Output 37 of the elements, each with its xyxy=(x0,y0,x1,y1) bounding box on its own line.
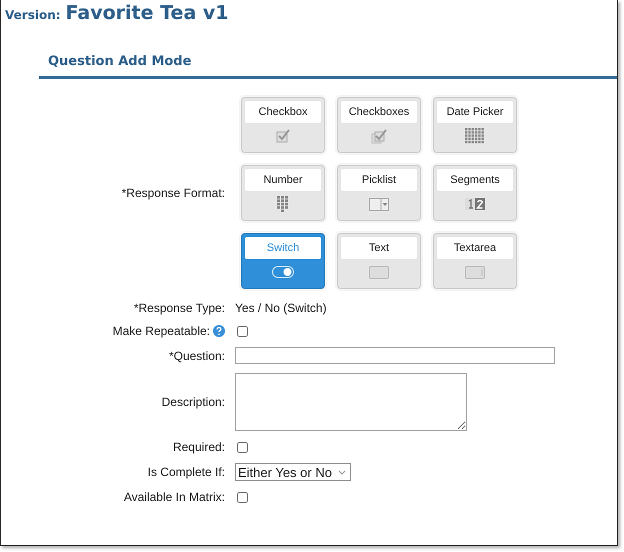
checkboxes-icon xyxy=(371,128,387,144)
field-label: Make Repeatable: xyxy=(112,324,210,338)
checkbox[interactable] xyxy=(237,326,248,336)
help-icon[interactable] xyxy=(213,325,225,337)
caret-icon xyxy=(338,470,346,474)
format-tile[interactable]: Date Picker xyxy=(433,97,517,153)
response-type-value: Yes / No (Switch) xyxy=(235,301,327,315)
textarea-icon xyxy=(465,266,485,278)
segments-icon xyxy=(465,198,485,210)
format-tile[interactable]: Picklist xyxy=(337,165,421,221)
keypad-icon xyxy=(277,196,289,212)
question-field[interactable] xyxy=(235,347,555,364)
field-label: Required: xyxy=(172,440,225,454)
completion-dropdown[interactable]: Either Yes or No xyxy=(235,463,351,481)
field-label: Is Complete If: xyxy=(148,465,225,479)
calendar-icon xyxy=(465,128,485,144)
version-title: Favorite Tea v1 xyxy=(66,2,228,24)
checkbox-icon xyxy=(276,129,290,143)
field-label: Available In Matrix: xyxy=(124,490,225,504)
section-title: Question Add Mode xyxy=(48,54,192,69)
format-tile[interactable]: Textarea xyxy=(433,233,517,289)
format-tile[interactable]: Text xyxy=(337,233,421,289)
field-label: *Question: xyxy=(168,348,225,362)
description-field[interactable] xyxy=(235,373,467,431)
toggle-icon xyxy=(272,266,294,278)
field-label: *Response Type: xyxy=(134,301,225,315)
version-label: Version: xyxy=(5,8,61,22)
field-label: Description: xyxy=(162,395,225,409)
dropdown-icon xyxy=(369,198,389,210)
checkbox[interactable] xyxy=(237,442,248,452)
checkbox[interactable] xyxy=(237,492,248,502)
field-label: *Response Format: xyxy=(122,186,225,200)
format-tile[interactable]: Checkboxes xyxy=(337,97,421,153)
format-tile[interactable]: Checkbox xyxy=(241,97,325,153)
format-tile[interactable]: Number xyxy=(241,165,325,221)
text-field-icon xyxy=(369,266,389,278)
format-tile[interactable]: Segments xyxy=(433,165,517,221)
